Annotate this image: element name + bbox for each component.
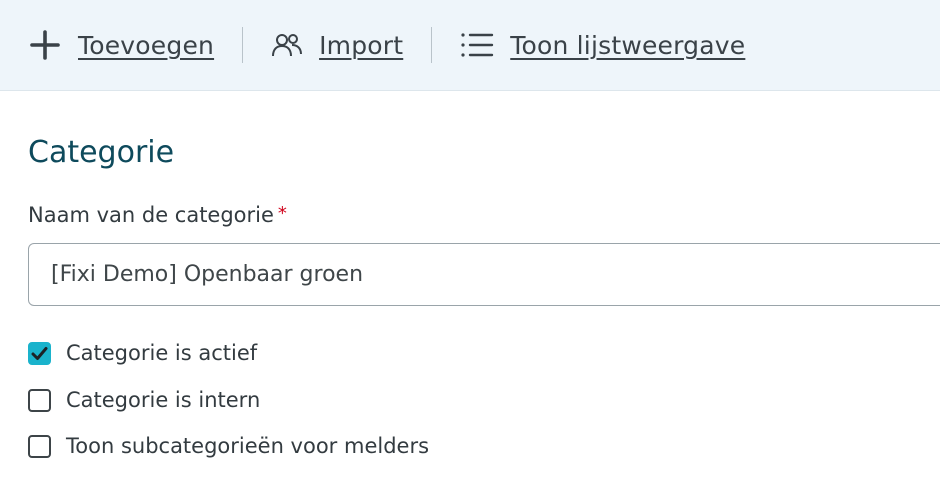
import-button-label: Import (319, 30, 404, 60)
active-checkbox[interactable] (28, 341, 51, 365)
name-field-label: Naam van de categorie * (28, 203, 287, 227)
import-button[interactable]: Import (271, 31, 403, 60)
list-icon (460, 31, 494, 59)
internal-checkbox[interactable] (28, 388, 51, 412)
internal-checkbox-label: Categorie is intern (66, 388, 261, 412)
name-field-label-text: Naam van de categorie (28, 203, 274, 227)
toolbar-divider (431, 27, 433, 63)
list-view-button[interactable]: Toon lijstweergave (460, 31, 745, 60)
add-button[interactable]: Toevoegen (28, 28, 214, 62)
category-name-input[interactable] (28, 243, 940, 306)
users-icon (271, 31, 303, 59)
add-button-label: Toevoegen (78, 30, 215, 60)
checkmark-icon (31, 346, 48, 360)
active-checkbox-row[interactable]: Categorie is actief (28, 341, 257, 365)
required-marker: * (277, 203, 287, 224)
show-subcategories-checkbox-label: Toon subcategorieën voor melders (66, 434, 430, 458)
list-view-button-label: Toon lijstweergave (510, 30, 746, 60)
show-subcategories-checkbox[interactable] (28, 434, 51, 458)
section-title: Categorie (28, 135, 175, 170)
toolbar: Toevoegen Import Toon lijstweergave (0, 0, 940, 91)
show-subcategories-checkbox-row[interactable]: Toon subcategorieën voor melders (28, 434, 429, 458)
toolbar-divider (242, 27, 244, 63)
active-checkbox-label: Categorie is actief (66, 341, 258, 365)
internal-checkbox-row[interactable]: Categorie is intern (28, 388, 260, 412)
plus-icon (28, 28, 62, 62)
